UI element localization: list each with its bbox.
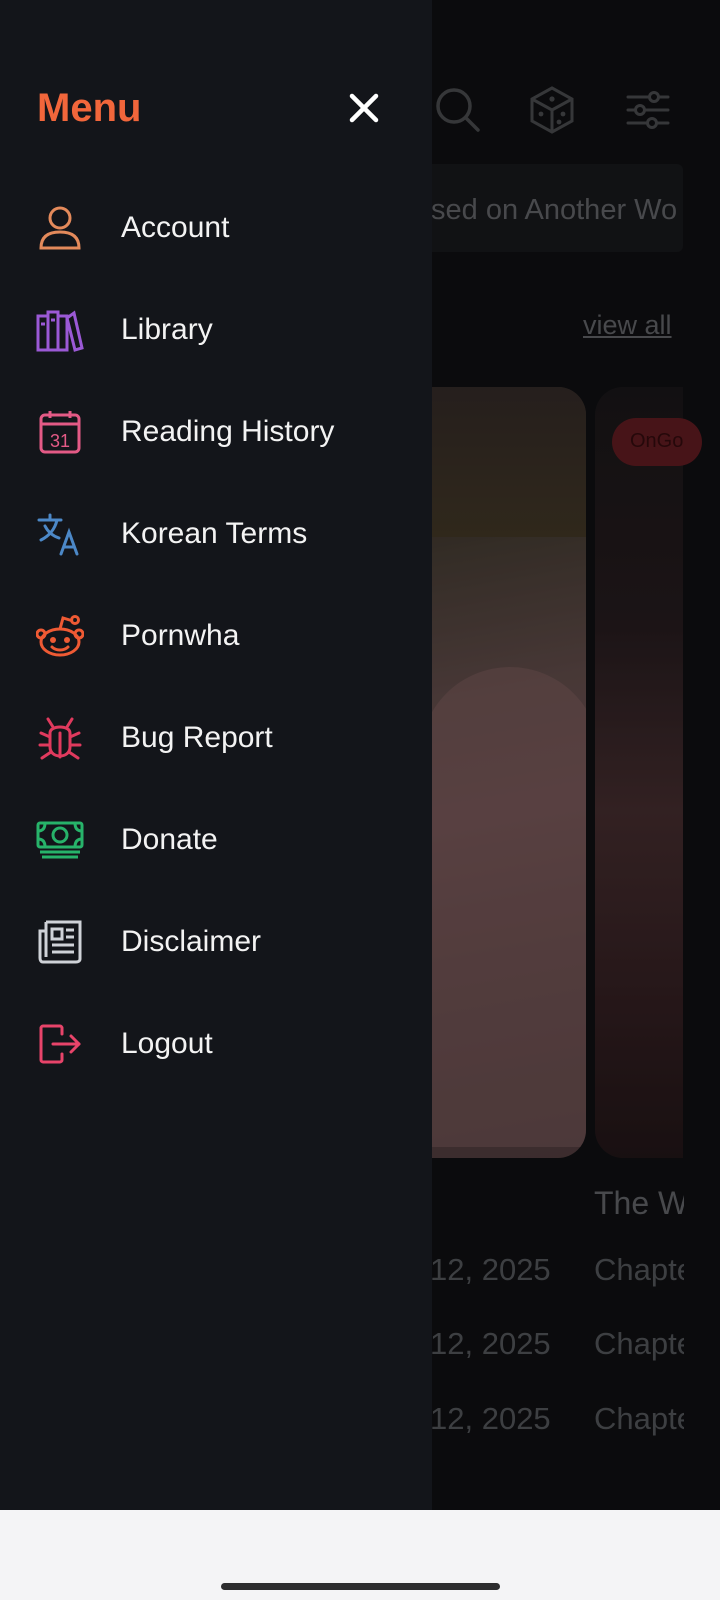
svg-text:31: 31: [50, 431, 70, 451]
menu-label: Logout: [121, 1027, 213, 1060]
home-indicator[interactable]: [221, 1583, 500, 1590]
newspaper-icon: [36, 918, 84, 966]
menu-item-disclaimer[interactable]: Disclaimer: [0, 902, 432, 982]
menu-label: Library: [121, 313, 213, 346]
menu-label: Bug Report: [121, 721, 273, 754]
menu-item-library[interactable]: Library: [0, 290, 432, 370]
menu-item-reading-history[interactable]: 31 Reading History: [0, 392, 432, 472]
translate-icon: [36, 510, 84, 558]
side-drawer: Menu Account Library 31 Reading History …: [0, 0, 432, 1510]
bug-icon: [36, 714, 84, 762]
calendar-icon: 31: [36, 408, 84, 456]
reddit-icon: [36, 612, 84, 660]
menu-item-pornwha[interactable]: Pornwha: [0, 596, 432, 676]
menu-label: Donate: [121, 823, 218, 856]
logout-icon: [36, 1020, 84, 1068]
menu-label: Pornwha: [121, 619, 240, 652]
menu-label: Disclaimer: [121, 925, 262, 958]
menu-item-donate[interactable]: Donate: [0, 800, 432, 880]
money-icon: [36, 816, 84, 864]
menu-item-logout[interactable]: Logout: [0, 1004, 432, 1084]
menu-item-bug-report[interactable]: Bug Report: [0, 698, 432, 778]
menu-label: Account: [121, 211, 230, 244]
user-icon: [36, 204, 84, 252]
close-icon[interactable]: [344, 88, 384, 128]
books-icon: [36, 306, 84, 354]
drawer-title: Menu: [37, 86, 142, 130]
menu-label: Korean Terms: [121, 517, 308, 550]
menu-label: Reading History: [121, 415, 335, 448]
menu-item-account[interactable]: Account: [0, 188, 432, 268]
menu-item-korean-terms[interactable]: Korean Terms: [0, 494, 432, 574]
